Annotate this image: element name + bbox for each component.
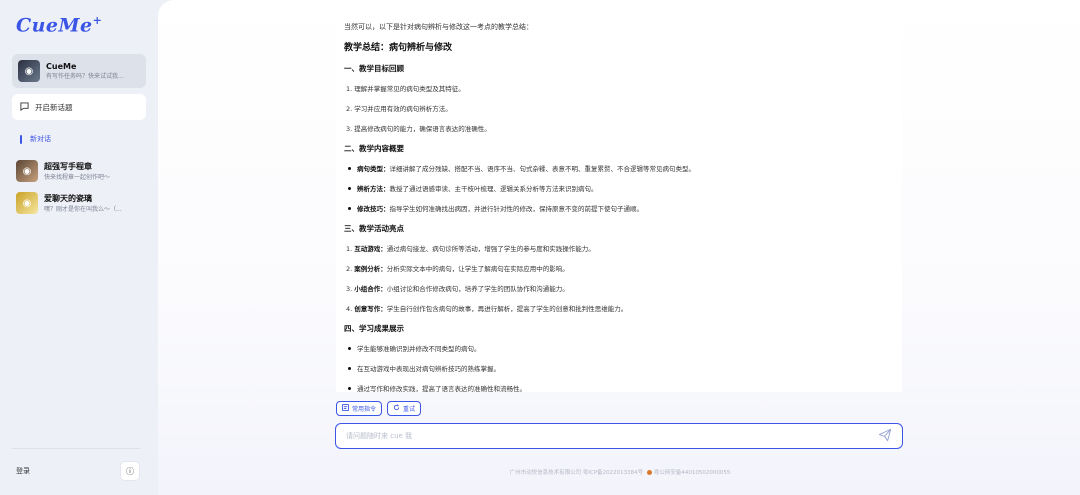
item-text: 学生能够准确识别并修改不同类型的病句。	[357, 345, 481, 353]
item-text: 教授了通过语感审读、主干枝叶梳理、逻辑关系分析等方法来识别病句。	[389, 185, 598, 193]
list-marker: 1.	[346, 245, 353, 253]
list-marker: 3.	[346, 125, 353, 133]
item-text: 小组讨论和合作修改病句，培养了学生的团队协作和沟通能力。	[386, 285, 569, 293]
list-item: 在互动游戏中表现出对病句辨析技巧的熟练掌握。	[346, 363, 894, 373]
bullet-icon	[348, 347, 351, 350]
agent-subtitle: 有写作任务吗？快来试试我...	[46, 73, 124, 80]
list-marker: 2.	[346, 265, 353, 273]
list-item: 2. 学习并应用有效的病句辨析方法。	[346, 103, 894, 113]
active-indicator	[20, 134, 22, 144]
item-text: 通过写作和修改实践，提高了语言表达的准确性和流畅性。	[357, 385, 526, 392]
list-item: 病句类型：详细讲解了成分残缺、搭配不当、语序不当、句式杂糅、表意不明、重复累赘、…	[346, 163, 894, 173]
refresh-icon	[393, 404, 400, 413]
new-chat-icon	[20, 101, 29, 113]
list-item: 辨析方法：教授了通过语感审读、主干枝叶梳理、逻辑关系分析等方法来识别病句。	[346, 183, 894, 193]
section-heading: 三、教学活动亮点	[344, 224, 404, 233]
app-logo[interactable]: CueMe+	[16, 14, 146, 44]
avatar: ◉	[16, 192, 38, 214]
item-text: 提高修改病句的能力，确保语言表达的准确性。	[354, 125, 491, 133]
chat-toolbar: 常用指令 重试	[336, 401, 422, 416]
list-item: 修改技巧：指导学生如何准确找出病因，并进行针对性的修改，保持原意不变的前提下使句…	[346, 203, 894, 213]
list-item: 3. 小组合作：小组讨论和合作修改病句，培养了学生的团队协作和沟通能力。	[346, 283, 894, 293]
chat-message: 当然可以，以下是针对病句辨析与修改这一考点的教学总结： 教学总结：病句辨析与修改…	[336, 14, 902, 392]
footer-police: 粤公网安备44010502000055	[653, 470, 731, 476]
sidebar-footer: 登录 ⓘ	[12, 448, 140, 481]
common-commands-button[interactable]: 常用指令	[336, 401, 383, 416]
list-marker: 2.	[346, 105, 353, 113]
police-badge-icon	[646, 470, 652, 475]
item-label: 修改技巧：	[357, 205, 390, 213]
footer-company: 广州市动悦信息技术有限公司 粤ICP备2022013384号	[509, 470, 644, 476]
agent-subtitle: 快来找程章一起创作吧～	[44, 174, 111, 181]
retry-button[interactable]: 重试	[387, 401, 422, 416]
item-text: 指导学生如何准确找出病因，并进行针对性的修改，保持原意不变的前提下使句子通顺。	[389, 205, 644, 213]
item-label: 小组合作：	[354, 285, 387, 293]
bullet-icon	[348, 387, 351, 390]
item-label: 创意写作：	[354, 305, 387, 313]
retry-label: 重试	[403, 406, 416, 413]
bullet-icon	[348, 167, 351, 170]
chat-input-box	[335, 423, 903, 449]
item-text: 学生自行创作包含病句的故事，再进行解析，提高了学生的创意和批判性思维能力。	[386, 305, 628, 313]
info-icon[interactable]: ⓘ	[120, 461, 140, 481]
current-agent-card[interactable]: ◉ CueMe 有写作任务吗？快来试试我...	[12, 54, 146, 88]
logo-text: CueMe	[16, 14, 93, 37]
agent-name: 超强写手程章	[44, 162, 92, 171]
sidebar-item-agent[interactable]: ◉ 超强写手程章 快来找程章一起创作吧～	[12, 160, 146, 182]
send-icon[interactable]	[878, 427, 892, 446]
item-text: 理解并掌握常见的病句类型及其特征。	[354, 85, 465, 93]
new-topic-button[interactable]: 开启新话题	[12, 94, 146, 120]
common-commands-label: 常用指令	[352, 406, 377, 413]
list-item: 1. 理解并掌握常见的病句类型及其特征。	[346, 83, 894, 93]
sidebar-item-agent[interactable]: ◉ 爱聊天的瓷璃 嘿？刚才是你在叫我么～（...	[12, 192, 146, 214]
bullet-icon	[348, 367, 351, 370]
chat-input[interactable]	[346, 432, 878, 440]
section-heading: 四、学习成果展示	[344, 324, 404, 333]
login-link[interactable]: 登录	[12, 466, 30, 476]
section-heading: 一、教学目标回顾	[344, 64, 404, 73]
avatar: ◉	[18, 60, 40, 82]
footer: 广州市动悦信息技术有限公司 粤ICP备2022013384号 粤公网安备4401…	[336, 468, 904, 476]
list-marker: 4.	[346, 305, 353, 313]
list-item: 学生能够准确识别并修改不同类型的病句。	[346, 343, 894, 353]
message-heading: 教学总结：病句辨析与修改	[344, 43, 453, 53]
agent-subtitle: 嘿？刚才是你在叫我么～（...	[44, 206, 122, 213]
list-item: 2. 案例分析：分析实际文本中的病句，让学生了解病句在实际应用中的影响。	[346, 263, 894, 273]
message-intro: 当然可以，以下是针对病句辨析与修改这一考点的教学总结：	[344, 23, 533, 31]
list-marker: 1.	[346, 85, 353, 93]
bullet-icon	[348, 207, 351, 210]
logo-mark: +	[92, 14, 103, 27]
list-item: 1. 互动游戏：通过病句接龙、病句诊所等活动，增强了学生的参与度和实践操作能力。	[346, 243, 894, 253]
agent-name: CueMe	[46, 62, 77, 71]
main-panel: 当然可以，以下是针对病句辨析与修改这一考点的教学总结： 教学总结：病句辨析与修改…	[158, 0, 1080, 495]
sidebar: CueMe+ ◉ CueMe 有写作任务吗？快来试试我... 开启新话题 新对话…	[0, 0, 158, 495]
list-item: 通过写作和修改实践，提高了语言表达的准确性和流畅性。	[346, 383, 894, 392]
item-text: 通过病句接龙、病句诊所等活动，增强了学生的参与度和实践操作能力。	[386, 245, 595, 253]
item-text: 学习并应用有效的病句辨析方法。	[354, 105, 452, 113]
section-label: 新对话	[30, 135, 51, 143]
item-text: 分析实际文本中的病句，让学生了解病句在实际应用中的影响。	[386, 265, 569, 273]
bullet-icon	[348, 187, 351, 190]
item-text: 在互动游戏中表现出对病句辨析技巧的熟练掌握。	[357, 365, 500, 373]
sidebar-item-new-chat[interactable]: 新对话	[12, 134, 146, 144]
agent-name: 爱聊天的瓷璃	[44, 194, 92, 203]
list-item: 3. 提高修改病句的能力，确保语言表达的准确性。	[346, 123, 894, 133]
item-label: 互动游戏：	[354, 245, 387, 253]
item-label: 案例分析：	[354, 265, 387, 273]
item-label: 病句类型：	[357, 165, 390, 173]
list-item: 4. 创意写作：学生自行创作包含病句的故事，再进行解析，提高了学生的创意和批判性…	[346, 303, 894, 313]
new-topic-label: 开启新话题	[35, 102, 73, 112]
item-text: 详细讲解了成分残缺、搭配不当、语序不当、句式杂糅、表意不明、重复累赘、不合逻辑等…	[389, 165, 696, 173]
avatar: ◉	[16, 160, 38, 182]
commands-icon	[342, 404, 349, 413]
item-label: 辨析方法：	[357, 185, 390, 193]
list-marker: 3.	[346, 285, 353, 293]
section-heading: 二、教学内容概要	[344, 144, 404, 153]
